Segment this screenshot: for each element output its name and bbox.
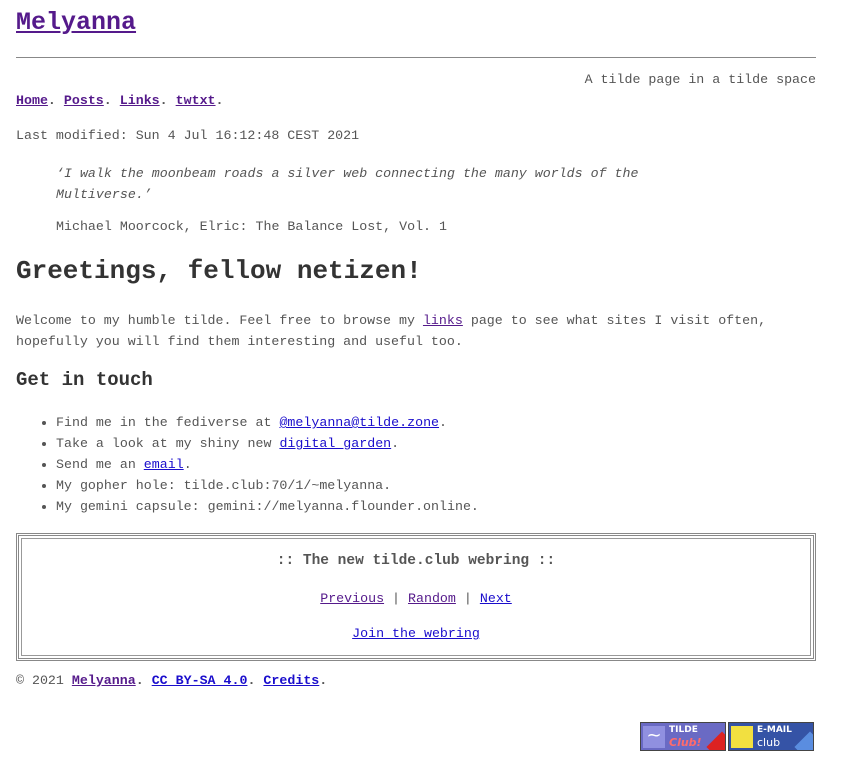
- footer-sep: .: [135, 673, 144, 688]
- webring-next-link[interactable]: Next: [480, 591, 512, 606]
- nav-sep: .: [215, 93, 224, 108]
- contact-text: Send me an: [56, 457, 144, 472]
- welcome-paragraph: Welcome to my humble tilde. Feel free to…: [16, 310, 816, 352]
- epigraph-quote: ‘I walk the moonbeam roads a silver web …: [56, 166, 639, 202]
- webring-sep: |: [392, 591, 401, 606]
- email-club-badge[interactable]: E-MAIL club: [728, 722, 814, 751]
- tagline: A tilde page in a tilde space: [584, 72, 816, 87]
- contact-text: Find me in the fediverse at: [56, 415, 280, 430]
- webring-nav: Previous | Random | Next: [22, 591, 810, 606]
- nav-twtxt[interactable]: twtxt: [176, 93, 216, 108]
- nav-sep: .: [47, 93, 56, 108]
- contact-garden: Take a look at my shiny new digital gard…: [56, 433, 479, 454]
- epigraph-citation: Michael Moorcock, Elric: The Balance Los…: [56, 219, 447, 234]
- badge-tilde-line2: Club!: [669, 736, 702, 749]
- contact-text: Take a look at my shiny new: [56, 436, 280, 451]
- fediverse-link[interactable]: @melyanna@tilde.zone: [279, 415, 439, 430]
- contact-gopher: My gopher hole: tilde.club:70/1/~melyann…: [56, 475, 479, 496]
- corner-ribbon-icon: [706, 731, 725, 750]
- nav-sep: .: [103, 93, 112, 108]
- webring-inner: :: The new tilde.club webring :: Previou…: [21, 538, 811, 656]
- main-nav: Home. Posts. Links. twtxt.: [16, 93, 224, 108]
- webring-box: :: The new tilde.club webring :: Previou…: [16, 533, 816, 661]
- footer-sep: .: [247, 673, 256, 688]
- webring-previous-link[interactable]: Previous: [320, 591, 384, 606]
- webring-sep: |: [463, 591, 472, 606]
- links-page-link[interactable]: links: [423, 313, 463, 328]
- footer-sep: .: [319, 673, 328, 688]
- contact-email: Send me an email.: [56, 454, 479, 475]
- site-title-link[interactable]: Melyanna: [16, 8, 136, 37]
- contact-gemini: My gemini capsule: gemini://melyanna.flo…: [56, 496, 479, 517]
- tilde-club-badge[interactable]: ~ TILDE Club!: [640, 722, 726, 751]
- nav-posts[interactable]: Posts: [64, 93, 104, 108]
- last-modified: Last modified: Sun 4 Jul 16:12:48 CEST 2…: [16, 128, 360, 143]
- webring-random-link[interactable]: Random: [408, 591, 456, 606]
- license-link[interactable]: CC BY-SA 4.0: [152, 673, 248, 688]
- digital-garden-link[interactable]: digital garden: [279, 436, 391, 451]
- contact-period: .: [391, 436, 400, 451]
- greeting-heading: Greetings, fellow netizen!: [16, 256, 422, 286]
- tilde-wave-icon: ~: [643, 726, 665, 748]
- credits-link[interactable]: Credits: [263, 673, 319, 688]
- welcome-text-before: Welcome to my humble tilde. Feel free to…: [16, 313, 423, 328]
- contact-period: .: [439, 415, 448, 430]
- contact-list: Find me in the fediverse at @melyanna@ti…: [16, 412, 479, 517]
- badge-tilde-line1: TILDE: [669, 725, 698, 735]
- webring-join: Join the webring: [22, 626, 810, 641]
- webring-title: :: The new tilde.club webring ::: [276, 553, 556, 569]
- footer: © 2021 Melyanna. CC BY-SA 4.0. Credits.: [16, 673, 327, 688]
- contact-fediverse: Find me in the fediverse at @melyanna@ti…: [56, 412, 479, 433]
- corner-ribbon-icon: [794, 731, 813, 750]
- yellow-square-icon: [731, 726, 753, 748]
- contact-period: .: [183, 457, 192, 472]
- nav-sep: .: [159, 93, 168, 108]
- badge-email-line2: club: [757, 736, 781, 749]
- header-divider: [16, 57, 816, 58]
- copyright: © 2021: [16, 673, 64, 688]
- contact-heading: Get in touch: [16, 369, 153, 391]
- badges: ~ TILDE Club! E-MAIL club: [640, 722, 814, 751]
- footer-name-link[interactable]: Melyanna: [72, 673, 136, 688]
- nav-home[interactable]: Home: [16, 93, 48, 108]
- badge-email-line1: E-MAIL: [757, 725, 792, 735]
- site-title: Melyanna: [16, 8, 136, 37]
- email-link[interactable]: email: [144, 457, 184, 472]
- nav-links[interactable]: Links: [120, 93, 160, 108]
- join-webring-link[interactable]: Join the webring: [352, 626, 480, 641]
